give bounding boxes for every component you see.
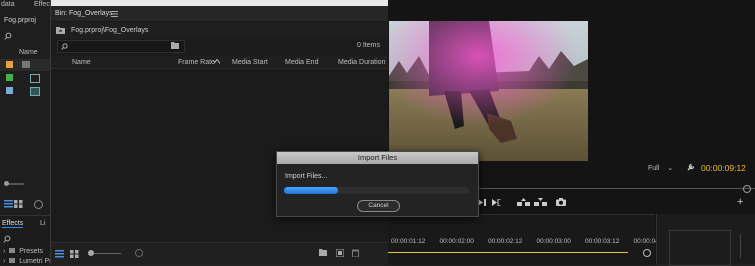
project-row[interactable]	[0, 72, 55, 84]
bin-header: Bin: Fog_Overlays	[51, 6, 388, 21]
cancel-button[interactable]: Cancel	[357, 200, 400, 212]
column-header-row: Name Frame Rate Media Start Media End Me…	[51, 56, 388, 69]
presets-folder[interactable]: › Presets	[3, 248, 43, 255]
zoom-level: Full	[648, 165, 660, 172]
project-row-selected[interactable]	[0, 59, 55, 71]
step-forward-icon[interactable]	[478, 199, 487, 206]
bin-path: Fog.prproj\Fog_Overlays	[71, 27, 149, 34]
project-name: Fog.prproj	[4, 17, 36, 24]
folder-up-icon[interactable]	[56, 27, 65, 34]
search-icon	[61, 43, 68, 50]
sort-ascending-icon[interactable]	[214, 59, 220, 64]
search-icon[interactable]	[4, 32, 12, 40]
bin-window: Bin: Fog_Overlays Fog.prproj\Fog_Overlay…	[50, 0, 388, 265]
column-media-duration[interactable]: Media Duration	[338, 59, 385, 66]
meter-scale	[740, 234, 741, 258]
zoom-slider[interactable]	[91, 253, 121, 254]
label-color-blue	[6, 87, 13, 94]
project-row[interactable]	[0, 85, 55, 97]
presets-label: Presets	[19, 248, 43, 255]
playhead-timecode[interactable]: 00:00:09:12	[701, 163, 746, 173]
add-button-icon[interactable]: +	[737, 197, 743, 208]
bin-title[interactable]: Bin: Fog_Overlays	[55, 10, 113, 17]
menu-tab-data[interactable]: data	[1, 1, 15, 8]
import-progress-fill	[284, 187, 338, 194]
new-search-bin-icon[interactable]	[171, 42, 179, 49]
chevron-right-icon: ›	[3, 248, 6, 255]
zoom-select[interactable]: Full ⌄	[648, 164, 673, 172]
audio-meter	[669, 230, 731, 266]
new-bin-icon[interactable]	[319, 249, 327, 256]
timeline-ruler[interactable]: 00:00:01:12 00:00:02:00 00:00:02:12 00:00:0…	[388, 214, 661, 265]
wrench-icon[interactable]	[687, 163, 695, 171]
label-color-orange	[6, 61, 13, 68]
bin-path-bar: Fog.prproj\Fog_Overlays	[51, 22, 388, 39]
search-icon[interactable]	[3, 235, 11, 243]
trash-icon[interactable]	[352, 249, 359, 257]
icon-view-icon[interactable]	[70, 250, 79, 258]
camera-icon[interactable]	[556, 198, 566, 206]
playhead-end-marker[interactable]	[743, 185, 751, 193]
panel-menu-icon[interactable]	[111, 11, 118, 17]
timeline-time-label: 00:00:01:12	[391, 238, 426, 245]
timeline-time-label: 00:00:03:00	[536, 238, 571, 245]
folder-icon	[9, 258, 16, 263]
column-media-end[interactable]: Media End	[285, 59, 318, 66]
import-files-dialog: Import Files Import Files... Cancel	[276, 151, 479, 217]
zoom-circle-icon[interactable]	[135, 249, 143, 257]
bin-footer	[51, 242, 388, 265]
column-media-start[interactable]: Media Start	[232, 59, 268, 66]
bin-search-input[interactable]	[57, 40, 185, 53]
list-view-icon[interactable]	[4, 200, 13, 208]
import-progress-bar	[284, 187, 469, 194]
lift-icon[interactable]	[517, 198, 530, 206]
folder-icon	[9, 248, 16, 253]
import-status-text: Import Files...	[285, 173, 328, 180]
effects-panel: Effects Li › Presets › Lumetri Pr	[0, 215, 55, 265]
extract-icon[interactable]	[534, 198, 547, 206]
bin-icon	[22, 61, 30, 68]
tab-effects[interactable]: Effects	[2, 220, 24, 228]
dialog-title: Import Files	[277, 152, 478, 164]
audio-meter-panel	[656, 214, 755, 266]
clip-icon	[30, 87, 40, 96]
work-area-bar[interactable]	[388, 252, 628, 253]
column-name[interactable]: Name	[72, 59, 91, 66]
timeline-time-label: 00:00:03:12	[585, 238, 620, 245]
tab-lumetri[interactable]: Li	[40, 220, 45, 227]
label-color-green	[6, 74, 13, 81]
timeline-time-label: 00:00:02:00	[439, 238, 474, 245]
program-monitor: Full ⌄ 00:00:09:12 + 00:00:01:12 00:00:02…	[388, 0, 755, 266]
item-count: 0 Items	[357, 42, 380, 49]
icon-view-icon[interactable]	[14, 200, 23, 208]
zoom-circle-icon[interactable]	[34, 200, 43, 209]
sequence-icon	[30, 74, 40, 83]
zoom-slider-handle[interactable]	[4, 181, 9, 186]
zoom-slider-handle[interactable]	[88, 250, 94, 256]
menu-tab-effects[interactable]: Effec	[34, 1, 50, 8]
list-view-icon[interactable]	[55, 250, 64, 258]
go-to-out-icon[interactable]	[492, 199, 501, 206]
column-frame-rate[interactable]: Frame Rate	[178, 59, 215, 66]
chevron-down-icon: ⌄	[667, 165, 674, 172]
video-frame[interactable]	[389, 21, 588, 161]
new-item-icon[interactable]	[336, 249, 344, 257]
name-column-header[interactable]: Name	[19, 49, 38, 56]
timeline-end-marker[interactable]	[643, 249, 651, 257]
timeline-time-label: 00:00:02:12	[488, 238, 523, 245]
